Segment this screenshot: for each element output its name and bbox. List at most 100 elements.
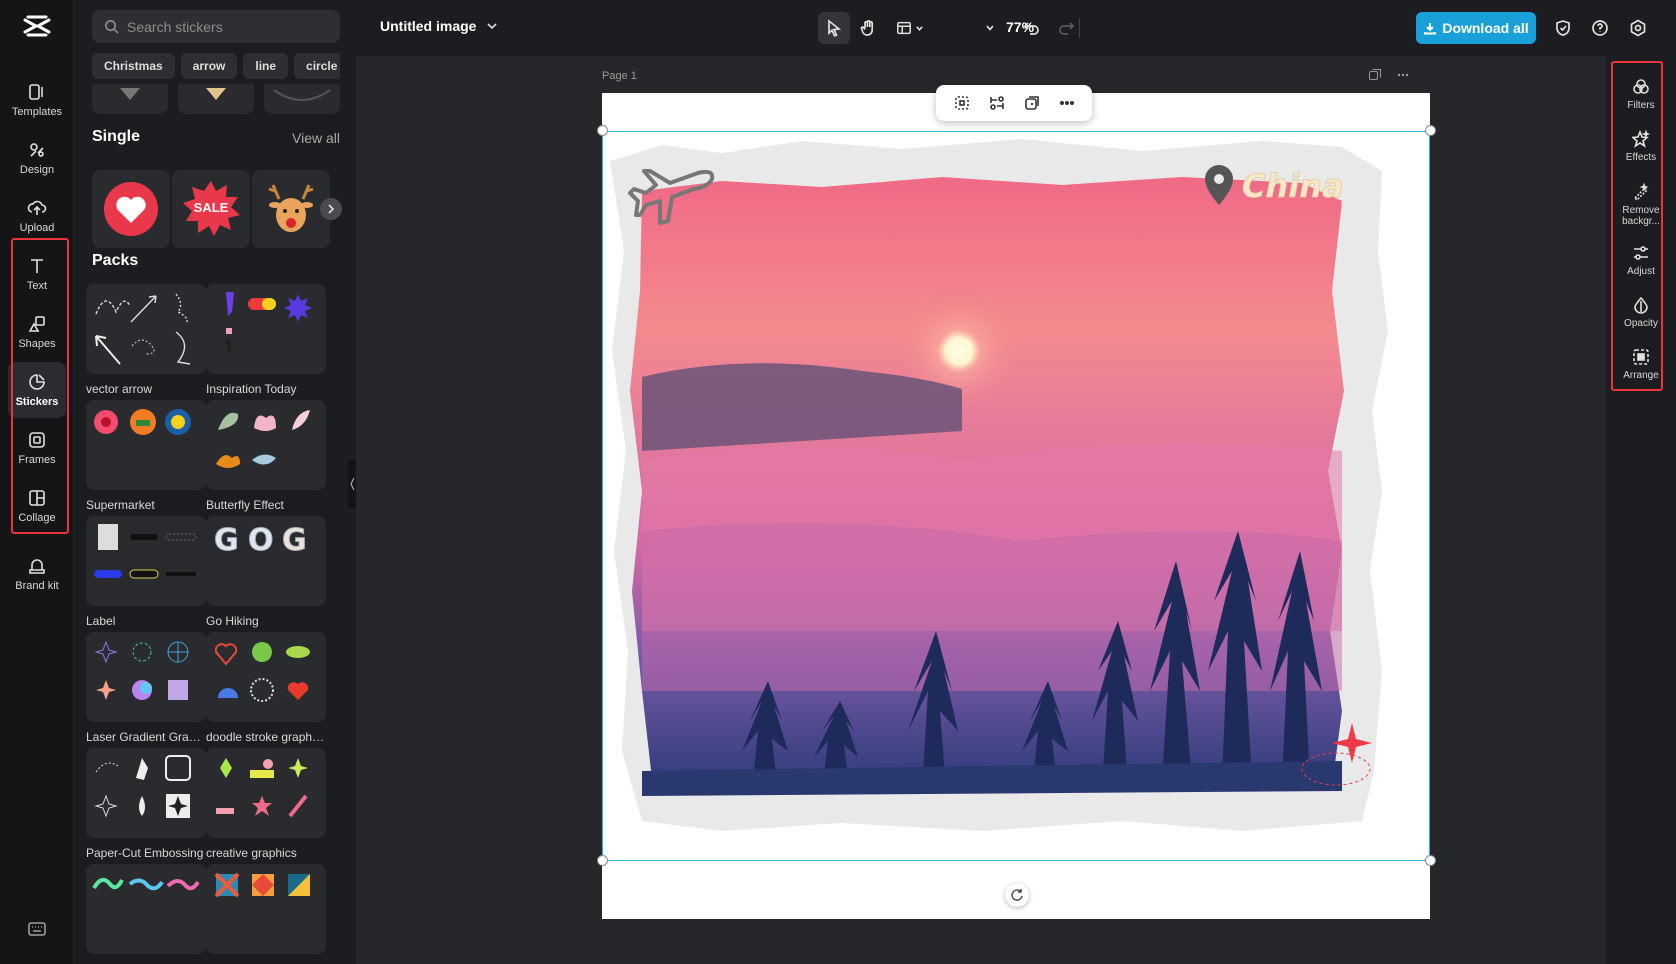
pack-name: Laser Gradient Graph...	[86, 730, 206, 744]
sticker-reindeer[interactable]	[252, 170, 330, 248]
chevron-down-icon[interactable]	[486, 20, 498, 32]
canvas-area: Page 1	[356, 56, 1606, 964]
duplicate-icon[interactable]	[1023, 94, 1041, 112]
pack-card[interactable]: Label	[86, 516, 206, 628]
effects-button[interactable]: Effects	[1614, 120, 1668, 172]
frames-icon	[27, 430, 47, 450]
opacity-button[interactable]: Opacity	[1614, 286, 1668, 338]
replace-icon[interactable]	[988, 94, 1006, 112]
download-label: Download all	[1442, 20, 1528, 36]
zoom-dropdown-button[interactable]	[978, 12, 1002, 44]
chip-circle[interactable]: circle	[294, 53, 340, 79]
filters-button[interactable]: Filters	[1614, 68, 1668, 120]
help-icon	[1591, 19, 1609, 37]
rail-item-templates[interactable]: Templates	[8, 72, 66, 128]
pack-card[interactable]: Laser Gradient Graph...	[86, 632, 206, 744]
layout-dropdown-button[interactable]	[890, 12, 930, 44]
pack-name: Inspiration Today	[206, 382, 326, 396]
more-options-icon[interactable]	[1058, 94, 1076, 112]
resize-handle-bottom-right[interactable]	[1425, 855, 1436, 866]
rail-item-text[interactable]: Text	[8, 246, 66, 302]
shield-button[interactable]	[1547, 12, 1579, 44]
document-title[interactable]: Untitled image	[380, 18, 476, 34]
pack-thumbnail	[206, 632, 326, 722]
sticker-tile[interactable]	[178, 84, 254, 114]
adjust-icon	[1632, 244, 1650, 262]
rail-item-upload[interactable]: Upload	[8, 188, 66, 244]
pack-thumbnail	[206, 748, 326, 838]
pack-card[interactable]: Butterfly Effect	[206, 400, 326, 512]
chevron-down-icon	[985, 23, 995, 33]
pack-name: Supermarket	[86, 498, 206, 512]
design-icon	[27, 140, 47, 160]
pack-card[interactable]: vector arrow	[86, 284, 206, 396]
rotate-button[interactable]	[1005, 883, 1029, 907]
rail-item-stickers[interactable]: Stickers	[8, 362, 66, 418]
prop-label: Opacity	[1614, 318, 1668, 329]
pack-thumbnail	[86, 516, 206, 606]
pack-card[interactable]: creative graphics	[206, 748, 326, 860]
resize-handle-top-right[interactable]	[1425, 125, 1436, 136]
pack-card[interactable]	[206, 864, 326, 954]
sale-text: SALE	[172, 200, 250, 215]
chip-christmas[interactable]: Christmas	[92, 53, 175, 79]
rail-item-frames[interactable]: Frames	[8, 420, 66, 476]
remove-background-button[interactable]: Remove backgr...	[1614, 174, 1668, 236]
single-next-button[interactable]	[320, 198, 342, 220]
redo-button[interactable]	[1050, 12, 1082, 44]
svg-text:G: G	[214, 523, 239, 558]
pack-card[interactable]: Supermarket	[86, 400, 206, 512]
adjust-button[interactable]: Adjust	[1614, 234, 1668, 286]
chip-line[interactable]: line	[243, 53, 288, 79]
search-bar[interactable]	[92, 10, 340, 43]
duplicate-page-icon[interactable]	[1368, 68, 1382, 82]
pack-name: creative graphics	[206, 846, 326, 860]
keyboard-shortcuts-icon[interactable]	[28, 922, 46, 936]
undo-button[interactable]	[1016, 12, 1048, 44]
capcut-logo-icon[interactable]	[22, 14, 52, 40]
pack-card[interactable]: Paper-Cut Embossing	[86, 748, 206, 860]
hand-tool-button[interactable]	[852, 12, 884, 44]
layout-icon	[896, 19, 912, 37]
pack-card[interactable]	[86, 864, 206, 954]
rail-item-shapes[interactable]: Shapes	[8, 304, 66, 360]
pack-thumbnail	[206, 400, 326, 490]
pack-card[interactable]: Inspiration Today	[206, 284, 326, 396]
sticker-tile[interactable]	[264, 84, 340, 114]
stickers-panel: Christmasarrowlinecircle Single View all…	[74, 0, 356, 964]
reindeer-icon	[261, 177, 321, 241]
pack-card[interactable]: doodle stroke graphics	[206, 632, 326, 744]
sticker-tile[interactable]	[92, 84, 168, 114]
gear-icon	[1629, 19, 1647, 37]
heart-sticker-icon	[101, 179, 161, 239]
crop-select-icon[interactable]	[953, 94, 971, 112]
prop-label: Adjust	[1614, 266, 1668, 277]
view-all-link[interactable]: View all	[292, 130, 340, 146]
pack-thumbnail: G O G	[206, 516, 326, 606]
download-all-button[interactable]: Download all	[1416, 12, 1536, 44]
rail-item-label: Design	[20, 164, 54, 177]
pack-thumbnail	[206, 284, 326, 374]
chip-arrow[interactable]: arrow	[181, 53, 238, 79]
rail-item-design[interactable]: Design	[8, 130, 66, 186]
rail-item-brand-kit[interactable]: Brand kit	[8, 540, 66, 608]
sticker-heart[interactable]	[92, 170, 170, 248]
page-canvas[interactable]: China	[602, 93, 1430, 919]
resize-handle-bottom-left[interactable]	[597, 855, 608, 866]
settings-button[interactable]	[1622, 12, 1654, 44]
arrange-button[interactable]: Arrange	[1614, 338, 1668, 390]
search-input[interactable]	[127, 19, 327, 35]
rail-item-label: Collage	[18, 512, 55, 525]
pack-name: Paper-Cut Embossing	[86, 846, 206, 860]
sticker-sale[interactable]: SALE	[172, 170, 250, 248]
pack-card[interactable]: G O G Go Hiking	[206, 516, 326, 628]
select-tool-button[interactable]	[818, 12, 850, 44]
rail-item-collage[interactable]: Collage	[8, 478, 66, 534]
help-button[interactable]	[1584, 12, 1616, 44]
editor-app: Templates Design Upload Text Shapes Stic…	[0, 0, 1676, 964]
pack-thumbnail	[86, 864, 206, 954]
rail-item-label: Templates	[12, 106, 62, 119]
upload-icon	[27, 198, 47, 218]
resize-handle-top-left[interactable]	[597, 125, 608, 136]
more-options-icon[interactable]	[1396, 68, 1410, 82]
